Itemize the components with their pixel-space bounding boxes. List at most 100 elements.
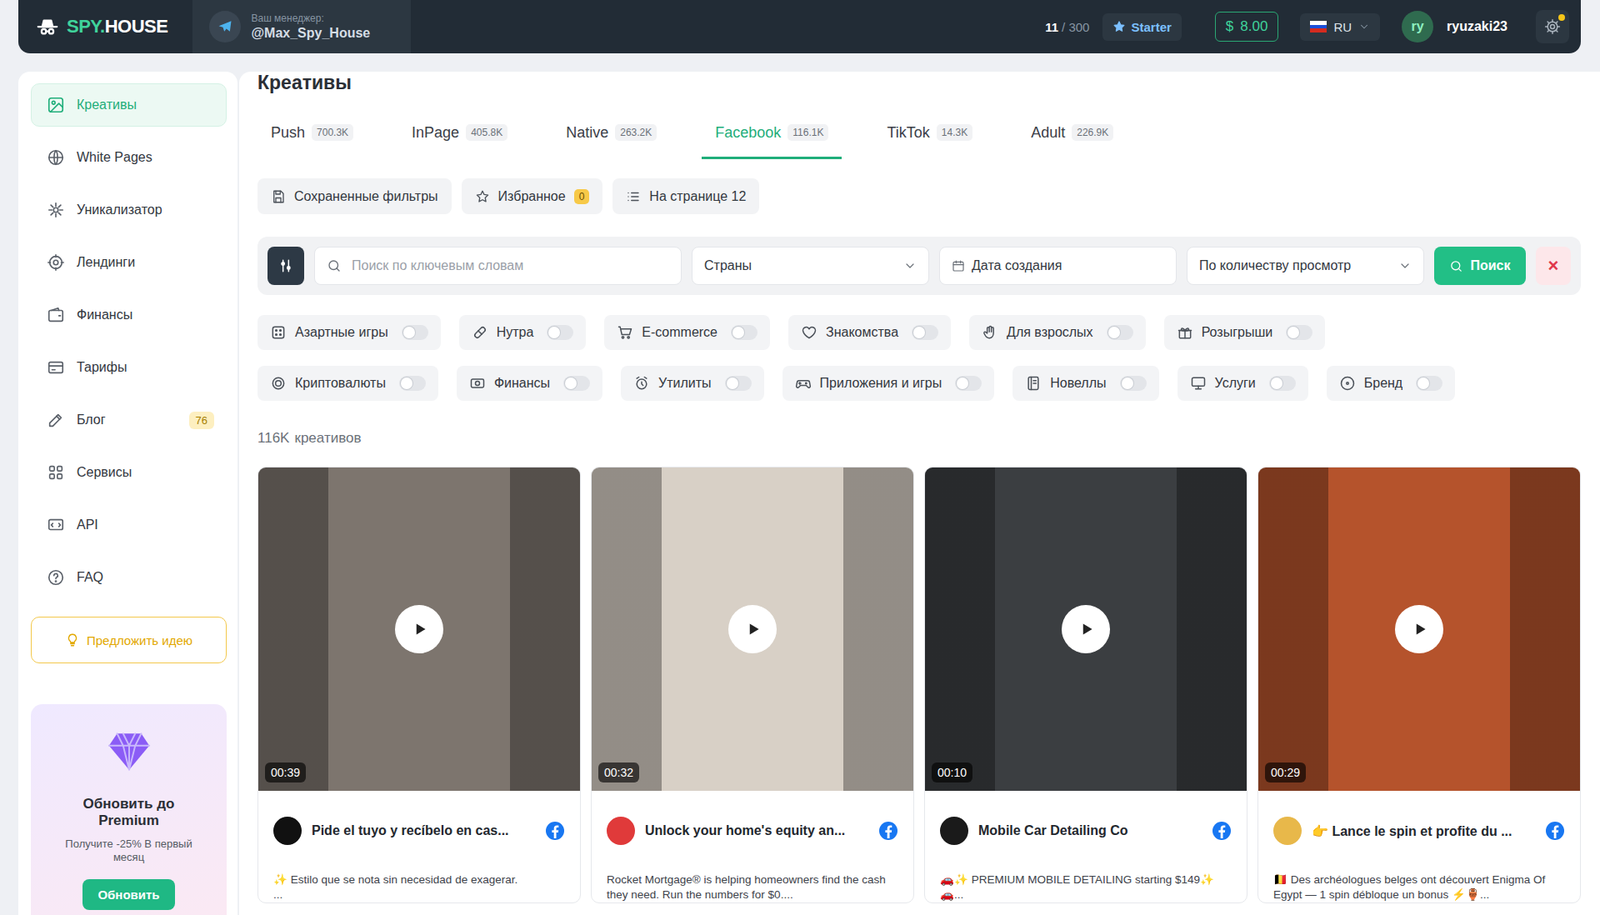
tab[interactable]: Facebook116.1K (701, 108, 842, 160)
play-button[interactable] (728, 605, 777, 654)
toolbar-button[interactable]: Избранное0 (461, 178, 604, 215)
tab[interactable]: TikTok14.3K (873, 108, 986, 160)
api-icon (46, 515, 65, 535)
settings-button[interactable] (1535, 10, 1570, 44)
switch[interactable] (1415, 375, 1443, 391)
dice-icon (270, 324, 287, 341)
coin-icon (270, 375, 287, 392)
page-title: Креативы (257, 71, 1581, 94)
tab[interactable]: Push700.3K (257, 108, 367, 160)
filters-toggle-button[interactable] (267, 246, 305, 285)
sidebar-item[interactable]: FAQ (30, 555, 227, 600)
pencil-icon (46, 410, 65, 430)
calendar-icon (951, 259, 965, 273)
creative-card[interactable]: 00:39Pide el tuyo y recíbelo en cas...✨ … (257, 466, 581, 904)
suggest-button[interactable]: Предложить идею (30, 616, 227, 664)
sidebar-item[interactable]: API (30, 503, 227, 547)
switch[interactable] (401, 325, 429, 340)
telegram-icon (216, 18, 234, 35)
plan-badge[interactable]: Starter (1102, 13, 1181, 41)
clear-button[interactable]: × (1535, 246, 1571, 285)
logo[interactable]: SPY.HOUSE (35, 14, 168, 40)
registered-icon (1339, 375, 1356, 392)
play-icon (1408, 618, 1430, 640)
switch[interactable] (1285, 325, 1313, 340)
switch[interactable] (563, 375, 590, 391)
sidebar-item[interactable]: Сервисы (30, 450, 227, 495)
video-thumbnail[interactable]: 00:32 (591, 467, 914, 791)
switch[interactable] (725, 375, 752, 391)
grid-icon (46, 463, 65, 482)
category-toggle[interactable]: Розыгрыши (1164, 315, 1326, 350)
switch[interactable] (1106, 325, 1134, 340)
video-thumbnail[interactable]: 00:29 (1258, 467, 1580, 791)
flag-icon (1310, 20, 1327, 33)
sidebar-item[interactable]: Лендинги (30, 240, 227, 285)
category-toggle[interactable]: Криптовалюты (257, 365, 439, 401)
category-toggle[interactable]: Услуги (1177, 365, 1309, 401)
category-toggle[interactable]: E-commerce (604, 315, 770, 350)
globe-icon (46, 148, 65, 167)
category-toggle[interactable]: Финансы (456, 365, 603, 401)
creative-card[interactable]: 00:29👉 Lance le spin et profite du ...🇧🇪… (1257, 466, 1581, 904)
sidebar-item[interactable]: Блог76 (30, 398, 227, 442)
advertiser-avatar (1273, 816, 1302, 845)
category-toggle[interactable]: Для взрослых (969, 315, 1146, 350)
switch[interactable] (1269, 375, 1296, 391)
tab[interactable]: InPage405.8K (398, 108, 521, 160)
chevron-down-icon (1358, 20, 1370, 33)
sidebar-item[interactable]: Тарифы (30, 345, 227, 390)
facebook-icon (545, 820, 565, 841)
switch[interactable] (399, 375, 426, 391)
language-select[interactable]: RU (1300, 13, 1380, 41)
sidebar-item[interactable]: Уникализатор (30, 188, 227, 232)
switch[interactable] (546, 325, 574, 340)
tab[interactable]: Native263.2K (552, 108, 670, 160)
tab-bar: Push700.3K InPage405.8K Native263.2K Facebo… (257, 108, 1581, 160)
sidebar-item[interactable]: Финансы (30, 293, 227, 337)
search-input[interactable] (350, 257, 670, 275)
play-button[interactable] (1061, 605, 1110, 654)
date-picker[interactable]: Дата создания (939, 246, 1177, 285)
search-button[interactable]: Поиск (1434, 246, 1526, 285)
notification-dot (1558, 14, 1565, 21)
switch[interactable] (730, 325, 758, 340)
creative-card[interactable]: 00:32Unlock your home's equity an...Rock… (590, 466, 915, 904)
category-toggle[interactable]: Нутра (459, 315, 587, 350)
toolbar-button[interactable]: На странице 12 (612, 178, 760, 215)
creative-card[interactable]: 00:10Mobile Car Detailing Co🚗✨ PREMIUM M… (924, 466, 1248, 904)
countries-select[interactable]: Страны (691, 246, 930, 285)
count-badge: 0 (574, 189, 590, 205)
card-description: ✨ Estilo que se nota sin necesidad de ex… (273, 872, 565, 903)
list-icon (625, 189, 641, 205)
category-toggle[interactable]: Азартные игры (257, 315, 441, 350)
sidebar-item[interactable]: White Pages (30, 135, 227, 180)
sidebar-item[interactable]: Креативы (30, 83, 227, 127)
avatar[interactable]: ry (1401, 10, 1434, 43)
category-toggle[interactable]: Бренд (1326, 365, 1455, 401)
video-thumbnail[interactable]: 00:39 (258, 467, 580, 791)
video-thumbnail[interactable]: 00:10 (925, 467, 1247, 791)
tab-count: 116.1K (787, 124, 829, 141)
sort-select[interactable]: По количеству просмотр (1186, 246, 1425, 285)
play-button[interactable] (395, 605, 444, 654)
username[interactable]: ryuzaki23 (1446, 19, 1508, 35)
switch[interactable] (1120, 375, 1147, 391)
balance[interactable]: $8.00 (1215, 11, 1280, 42)
category-toggle[interactable]: Утилиты (620, 365, 765, 401)
manager-link[interactable]: Ваш менеджер:@Max_Spy_House (192, 0, 411, 54)
card-description: Rocket Mortgage® is helping homeowners f… (606, 872, 899, 903)
switch[interactable] (955, 375, 982, 391)
category-toggle[interactable]: Приложения и игры (782, 365, 995, 401)
switch[interactable] (911, 325, 939, 340)
upgrade-button[interactable]: Обновить (82, 879, 175, 910)
category-toggle[interactable]: Знакомства (788, 315, 951, 350)
tab-count: 14.3K (936, 124, 973, 141)
tab[interactable]: Adult226.9K (1017, 108, 1127, 160)
heart-icon (800, 324, 818, 341)
category-toggle[interactable]: Новеллы (1012, 365, 1159, 401)
toolbar-button[interactable]: Сохраненные фильтры (257, 178, 452, 215)
play-button[interactable] (1395, 605, 1444, 654)
tab-count: 700.3K (311, 124, 354, 141)
lightbulb-icon (65, 632, 80, 648)
